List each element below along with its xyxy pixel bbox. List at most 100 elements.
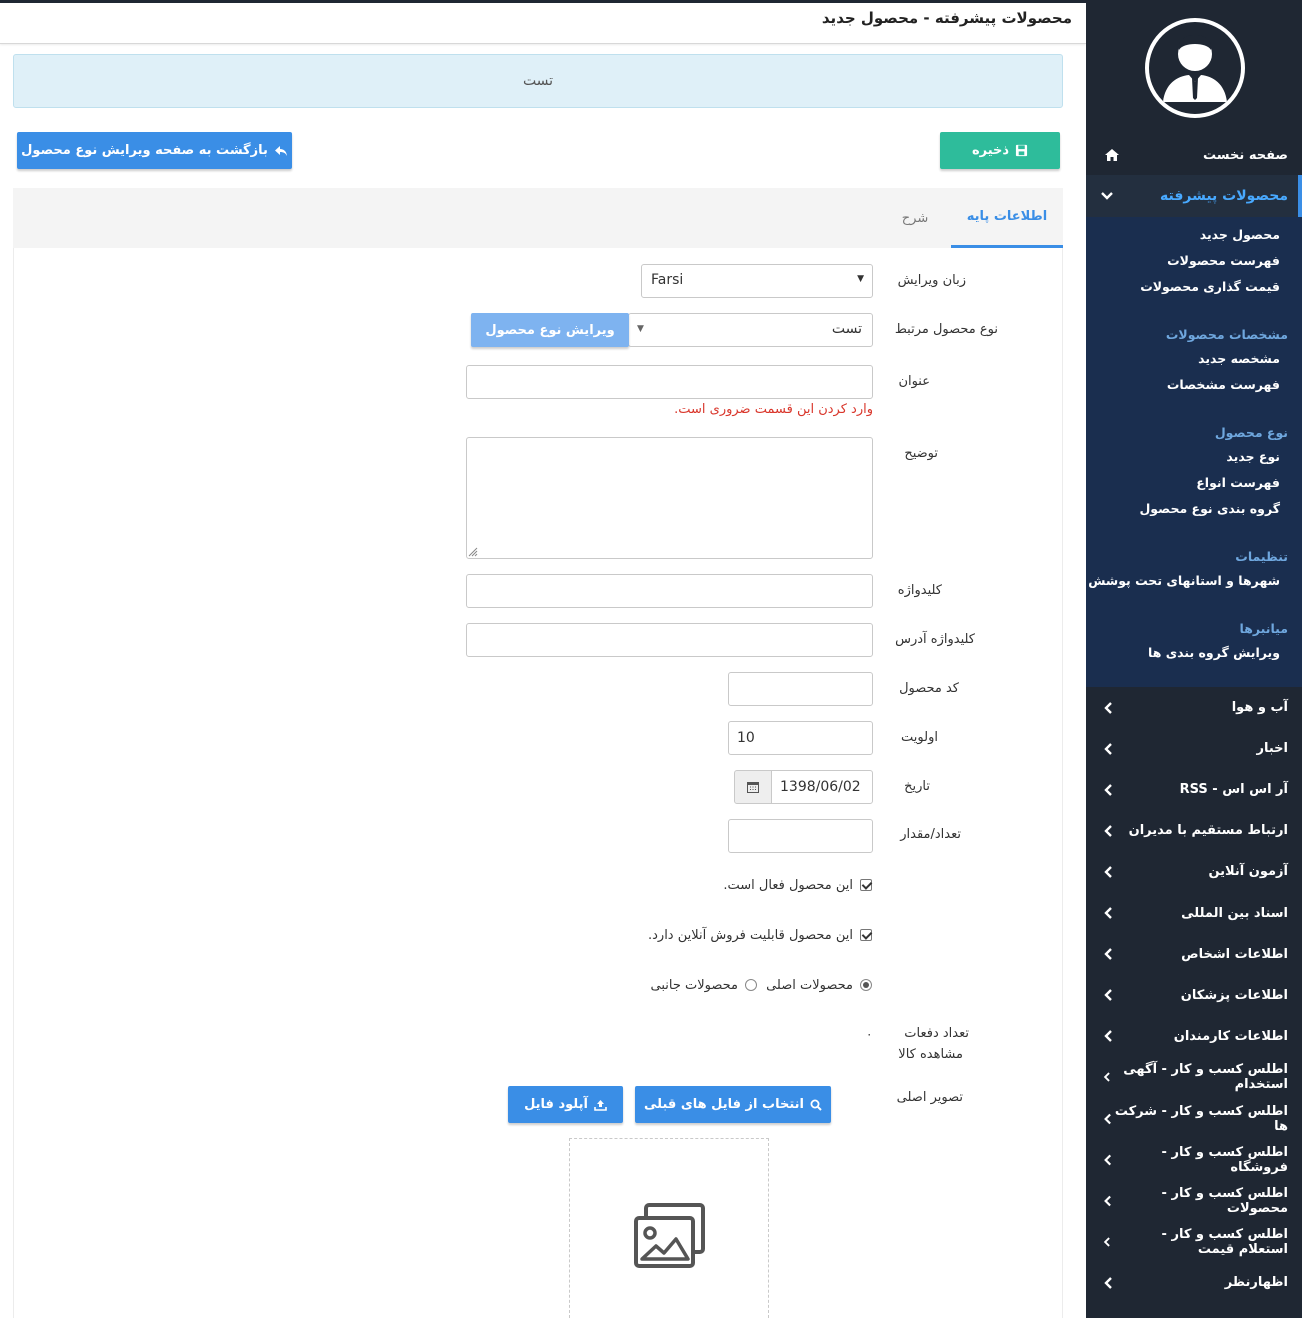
submenu-new-product[interactable]: محصول جدید [1200,227,1280,242]
keyword-address-input[interactable] [466,623,873,657]
sidebar-menu-item[interactable]: اسناد بین المللی [1086,893,1302,934]
alert-text: تست [522,73,554,89]
submenu-type-list[interactable]: فهرست انواع [1196,475,1280,490]
title-label: عنوان [898,374,930,389]
sidebar-menu-item-label: آب و هوا [1231,700,1288,715]
sidebar-menu-item[interactable]: اطلاعات کارمندان [1086,1016,1302,1057]
chevron-left-icon [1104,1154,1112,1165]
sidebar-menu-item-label: ارتباط مستقیم با مدیران [1128,823,1288,839]
app-page: محصولات پیشرفته - محصول جدید تست ذخیره ب… [0,0,1302,1318]
views-count-label-line1: تعداد دفعات [904,1026,969,1041]
description-textarea[interactable] [466,437,873,559]
keyword-input[interactable] [466,574,873,608]
sidebar-menu-item[interactable]: آر اس اس - RSS [1086,769,1302,810]
sidebar-item-home[interactable]: صفحه نخست [1086,136,1302,174]
online-sale-checkbox-label: این محصول قابلیت فروش آنلاین دارد. [648,928,853,943]
sidebar-menu-item[interactable]: اطلس کسب و کار - استعلام قیمت [1086,1221,1302,1262]
main-image-label: تصویر اصلی [896,1090,963,1105]
chevron-left-icon [1104,1030,1112,1043]
image-preview-box[interactable] [569,1138,769,1318]
submenu-new-spec[interactable]: مشخصه جدید [1198,351,1280,366]
main-products-radio[interactable] [860,979,872,991]
sidebar-menu-item-label: آزمون آنلاین [1208,864,1288,880]
chevron-left-icon [1104,824,1112,837]
home-icon [1105,149,1119,161]
side-products-radio-label: محصولات جانبی [650,978,738,993]
floppy-disk-icon [1015,144,1028,157]
submenu-head-settings: تنظیمات [1235,549,1288,564]
active-checkbox[interactable] [860,879,872,891]
chevron-left-icon [1104,742,1112,755]
sidebar-menu-item[interactable]: آزمون آنلاین [1086,851,1302,892]
chevron-left-icon [1104,1113,1111,1124]
edit-language-value: Farsi [651,272,684,288]
sidebar-menu-item[interactable]: اطلاعات اشخاص [1086,934,1302,975]
info-alert: تست [13,54,1063,108]
side-products-radio[interactable] [745,979,757,991]
date-input[interactable]: 1398/06/02 [771,770,873,804]
chevron-down-icon [1101,192,1113,200]
tab-description-label: شرح [901,210,929,226]
sidebar-menu-item[interactable]: اطلس کسب و کار - شرکت ها [1086,1098,1302,1139]
user-avatar[interactable] [1145,18,1245,118]
product-type-select[interactable]: تست ▼ [628,313,873,347]
edit-product-type-button[interactable]: ویرایش نوع محصول [471,313,629,347]
sidebar-menu-item[interactable]: اطلاعات پزشکان [1086,975,1302,1016]
product-code-input[interactable] [728,672,873,706]
submenu-type-grouping[interactable]: گروه بندی نوع محصول [1139,501,1280,516]
chevron-left-icon [1103,1072,1110,1082]
chevron-left-icon [1103,1237,1110,1247]
sidebar-menu-item[interactable]: ارتباط مستقیم با مدیران [1086,810,1302,851]
main-products-radio-label: محصولات اصلی [766,978,853,993]
submenu-edit-groupings[interactable]: ویرایش گروه بندی ها [1148,645,1280,660]
active-checkbox-label: این محصول فعال است. [723,878,853,893]
sidebar-menu-item-label: اطلس کسب و کار - محصولات [1161,1185,1288,1216]
sidebar-item-advanced-products[interactable]: محصولات پیشرفته [1086,175,1302,217]
priority-input[interactable]: 10 [728,721,873,755]
calendar-icon [747,782,759,793]
sidebar-menu-item-label: اطلس کسب و کار - آگهی استخدام [1123,1062,1288,1093]
sidebar-home-label: صفحه نخست [1203,147,1288,163]
resize-handle-icon[interactable] [468,547,478,557]
sidebar-menu-item-label: اظهارنظر [1224,1275,1288,1291]
sidebar-menu-item[interactable]: اخبار [1086,728,1302,769]
quantity-input[interactable] [728,819,873,853]
sidebar-menu-item[interactable]: اطلس کسب و کار - آگهی استخدام [1086,1057,1302,1098]
caret-down-icon: ▼ [857,274,864,284]
edit-language-label: زبان ویرایش [897,273,966,288]
sidebar-menu-item-label: اخبار [1256,741,1289,757]
submenu-product-list[interactable]: فهرست محصولات [1167,253,1280,268]
sidebar-menu-item[interactable]: اطلس کسب و کار - محصولات [1086,1180,1302,1221]
product-type-label: نوع محصول مرتبط [894,322,998,337]
online-sale-checkbox[interactable] [860,929,872,941]
search-icon [810,1099,822,1111]
views-count-label-line2: مشاهده کالا [898,1047,963,1062]
sidebar-menu-item[interactable]: اظهارنظر [1086,1262,1302,1303]
choose-previous-files-button[interactable]: انتخاب از فایل های قبلی [635,1086,831,1123]
submenu-head-specs: مشخصات محصولات [1165,327,1288,342]
save-button[interactable]: ذخیره [940,132,1060,169]
views-count-value: ۰ [866,1027,873,1041]
calendar-button[interactable] [734,770,772,804]
product-code-label: کد محصول [899,681,959,696]
back-button-label: بازگشت به صفحه ویرایش نوع محصول [21,143,268,158]
sidebar-menu-item[interactable]: آب و هوا [1086,687,1302,728]
submenu-covered-cities[interactable]: شهرها و استانهای تحت پوشش [1088,573,1280,588]
submenu-spec-list[interactable]: فهرست مشخصات [1167,377,1280,392]
tab-description[interactable]: شرح [879,188,951,248]
back-to-product-type-button[interactable]: بازگشت به صفحه ویرایش نوع محصول [17,132,292,169]
reply-arrow-icon [274,145,287,156]
edit-language-select[interactable]: Farsi ▼ [641,264,873,298]
upload-file-button[interactable]: آپلود فایل [508,1086,623,1123]
keyword-label: کلیدواژه [897,583,942,598]
chevron-left-icon [1104,1195,1111,1206]
priority-value: 10 [737,730,755,746]
advanced-products-submenu: محصول جدید فهرست محصولات قیمت گذاری محصو… [1086,217,1302,687]
submenu-new-type[interactable]: نوع جدید [1226,449,1280,464]
tab-basic-info[interactable]: اطلاعات پایه [951,188,1063,248]
title-input[interactable] [466,365,873,399]
chevron-left-icon [1104,989,1112,1002]
sidebar-menu-item[interactable]: اطلس کسب و کار - فروشگاه [1086,1139,1302,1180]
priority-label: اولویت [901,730,938,745]
submenu-product-pricing[interactable]: قیمت گذاری محصولات [1140,279,1280,294]
